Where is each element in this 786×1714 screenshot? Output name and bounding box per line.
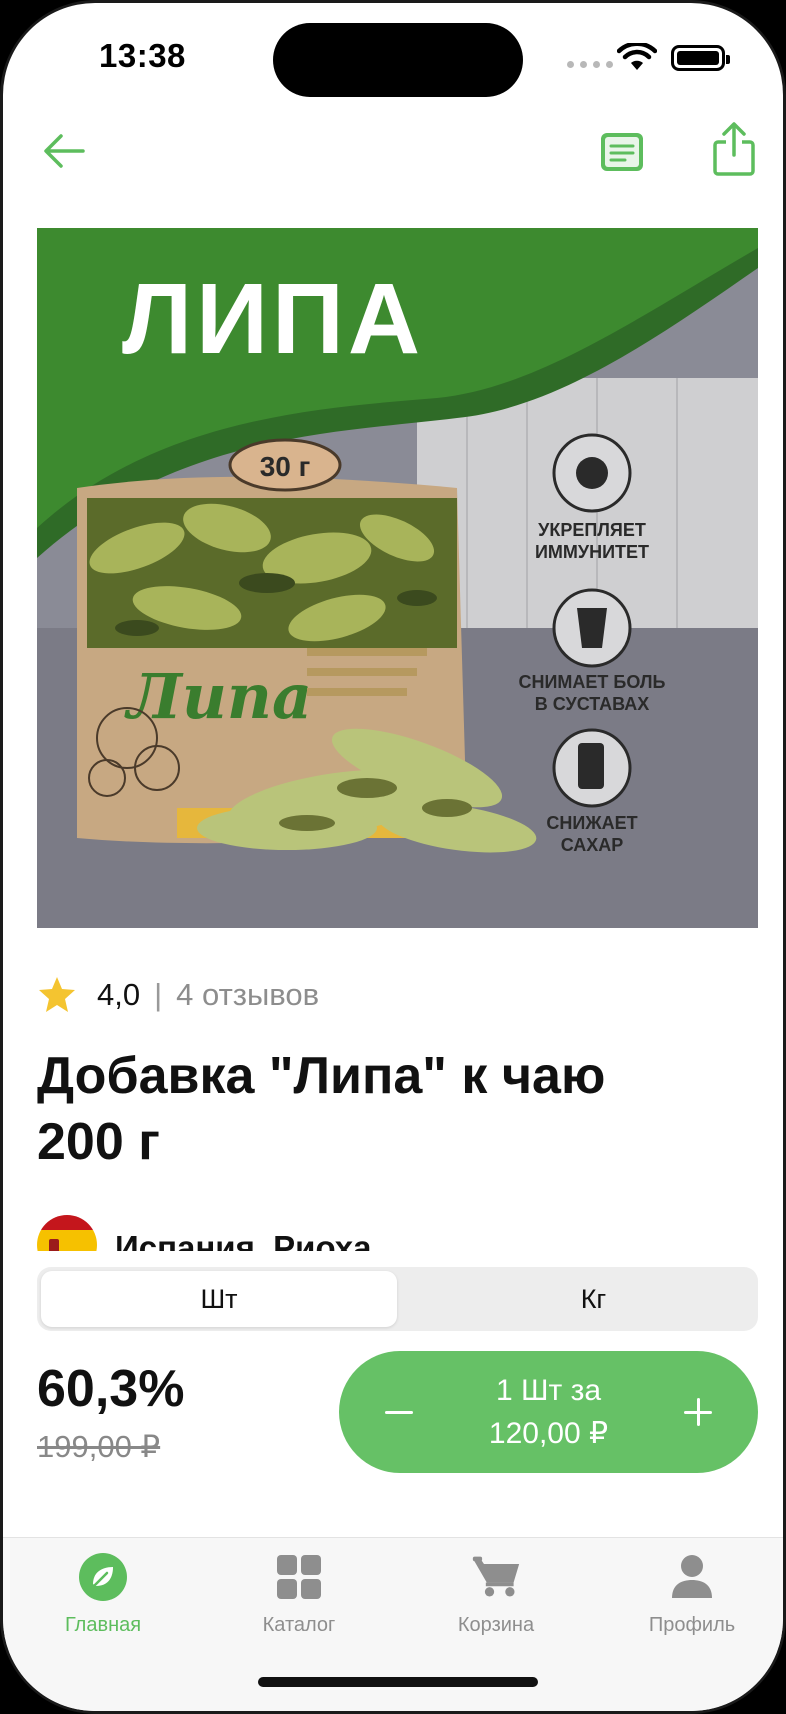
product-title-line1: Добавка "Липа" к чаю [37, 1047, 606, 1105]
discount-percent: 60,3% [37, 1360, 185, 1418]
cart-icon [471, 1552, 521, 1602]
cart-line-quantity: 1 Шт за [495, 1374, 602, 1407]
dynamic-island [273, 23, 523, 97]
leaf-icon [78, 1552, 128, 1602]
spain-flag-icon [37, 1215, 97, 1251]
product-origin: Испания, Риоха [37, 1209, 757, 1251]
svg-text:В СУСТАВАХ: В СУСТАВАХ [535, 694, 649, 714]
origin-text: Испания, Риоха [115, 1229, 372, 1251]
rating-row: 4,0 | 4 отзывов [37, 973, 319, 1017]
svg-text:СНИМАЕТ БОЛЬ: СНИМАЕТ БОЛЬ [519, 672, 666, 692]
tab-cart[interactable]: Корзина [416, 1552, 576, 1652]
svg-text:СНИЖАЕТ: СНИЖАЕТ [546, 813, 637, 833]
device-frame: 13:38 ЛИПА 30 г Липа УКРЕПЛЯЕТ ИММУНИТЕТ… [0, 0, 786, 1714]
grid-icon [274, 1552, 324, 1602]
banner-title: ЛИПА [122, 263, 424, 375]
tab-cart-label: Корзина [457, 1614, 535, 1636]
rating-value: 4,0 [97, 977, 141, 1012]
share-icon[interactable] [709, 121, 759, 177]
plus-icon[interactable] [658, 1351, 738, 1473]
product-title: Добавка "Липа" к чаю 200 г [37, 1043, 737, 1175]
rating-separator: | [154, 977, 163, 1012]
svg-text:САХАР: САХАР [561, 835, 624, 855]
cellular-signal-icon [567, 61, 613, 68]
status-time: 13:38 [99, 37, 186, 74]
tab-catalog-label: Каталог [262, 1614, 336, 1636]
tab-profile[interactable]: Профиль [612, 1552, 772, 1652]
tab-home-label: Главная [64, 1614, 142, 1636]
svg-text:УКРЕПЛЯЕТ: УКРЕПЛЯЕТ [538, 520, 646, 540]
star-icon [39, 977, 75, 1012]
home-indicator[interactable] [258, 1677, 538, 1687]
battery-icon [671, 45, 730, 71]
tab-home[interactable]: Главная [23, 1552, 183, 1652]
screen: 13:38 ЛИПА 30 г Липа УКРЕПЛЯЕТ ИММУНИТЕТ… [3, 3, 783, 1711]
svg-text:ИММУНИТЕТ: ИММУНИТЕТ [535, 542, 649, 562]
product-image[interactable]: ЛИПА 30 г Липа УКРЕПЛЯЕТ ИММУНИТЕТ СНИМА… [37, 228, 758, 928]
cart-quantity-price[interactable]: 1 Шт за 120,00 ₽ [439, 1369, 658, 1455]
unit-option-pieces[interactable]: Шт [41, 1271, 397, 1327]
cart-line-price: 120,00 ₽ [488, 1417, 609, 1450]
arrow-left-icon[interactable] [37, 123, 93, 179]
document-icon[interactable] [597, 127, 647, 177]
weight-badge: 30 г [260, 451, 311, 482]
product-title-line2: 200 г [37, 1113, 160, 1171]
unit-toggle: Шт Кг [37, 1267, 758, 1331]
reviews-link[interactable]: 4 отзывов [176, 977, 319, 1013]
person-icon [667, 1552, 717, 1602]
minus-icon[interactable] [359, 1351, 439, 1473]
add-to-cart-control: 1 Шт за 120,00 ₽ [339, 1351, 758, 1473]
tab-catalog[interactable]: Каталог [219, 1552, 379, 1652]
unit-option-kg[interactable]: Кг [433, 1271, 754, 1327]
old-price: 199,00 ₽ [37, 1429, 161, 1464]
wifi-icon [617, 43, 657, 70]
tab-profile-label: Профиль [648, 1614, 736, 1636]
